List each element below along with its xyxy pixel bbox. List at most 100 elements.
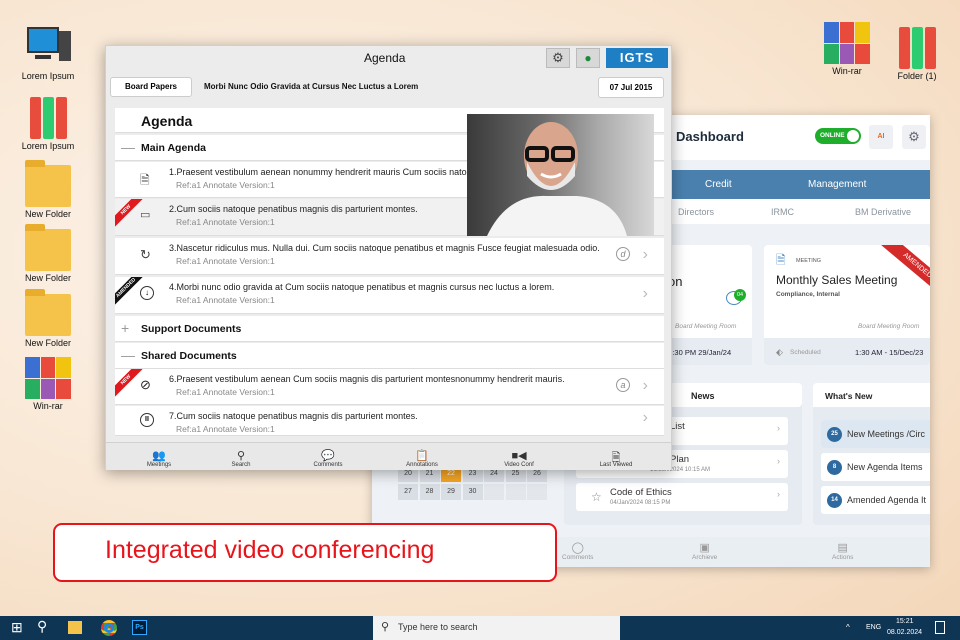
collapse-icon: — bbox=[121, 139, 135, 155]
search-icon: ⚲ bbox=[236, 450, 246, 462]
calendar-day[interactable]: 30 bbox=[462, 484, 483, 500]
card-title: Monthly Sales Meeting bbox=[776, 273, 898, 287]
nav-label: Annotations bbox=[406, 462, 438, 468]
whats-new-item[interactable]: 25 New Meetings /Circ bbox=[821, 420, 930, 448]
board-papers-button[interactable]: Board Papers bbox=[110, 77, 192, 97]
nav-archive[interactable]: ▣ Archieve bbox=[692, 541, 717, 561]
desktop-icon-win-rar[interactable]: Win-rar bbox=[16, 357, 80, 411]
clock-time[interactable]: 15:21 bbox=[896, 618, 914, 625]
whats-new-item[interactable]: 14 Amended Agenda It bbox=[821, 486, 930, 514]
participant-video-image bbox=[487, 122, 627, 236]
subtab-bm-derivative[interactable]: BM Derivative bbox=[855, 207, 911, 217]
computer-icon bbox=[25, 27, 71, 69]
calendar-day[interactable] bbox=[527, 484, 547, 500]
desktop-icon-new-folder[interactable]: New Folder bbox=[16, 289, 80, 348]
taskbar-search-input[interactable]: ⚲ Type here to search bbox=[373, 616, 620, 640]
section-support-documents[interactable]: + Support Documents bbox=[115, 316, 664, 342]
calendar-day[interactable] bbox=[505, 484, 526, 500]
dashboard-title: Dashboard bbox=[676, 129, 744, 144]
globe-icon[interactable]: ● bbox=[576, 48, 600, 68]
nav-video-conf[interactable]: ■◀ Video Conf bbox=[489, 449, 549, 468]
nav-comments[interactable]: 💬 Comments bbox=[298, 449, 358, 468]
news-header: News bbox=[691, 391, 715, 401]
desktop-icon-label: Lorem Ipsum bbox=[21, 71, 75, 81]
meeting-card-monthly-sales[interactable]: 🗎 MEETING Monthly Sales Meeting Complian… bbox=[764, 245, 930, 365]
subtab-directors[interactable]: Directors bbox=[678, 207, 714, 217]
desktop-icon-lorem-ipsum-computer[interactable]: Lorem Ipsum bbox=[16, 27, 80, 81]
whats-new-panel: What's New 25 New Meetings /Circ 8 New Age… bbox=[813, 383, 930, 525]
desktop-icon-folder-1[interactable]: Folder (1) bbox=[885, 27, 949, 81]
subtab-irmc[interactable]: IRMC bbox=[771, 207, 794, 217]
calendar-day[interactable]: 27 bbox=[398, 484, 418, 500]
chevron-right-icon: › bbox=[642, 409, 648, 426]
nav-last-viewed[interactable]: 🗎 Last Viewed bbox=[586, 449, 646, 468]
notifications-icon[interactable] bbox=[935, 621, 945, 634]
agenda-item[interactable]: II 7.Cum sociis natoque penatibus magnis … bbox=[115, 406, 664, 436]
chevron-right-icon: › bbox=[642, 246, 648, 263]
annotation-mark-a: a bbox=[616, 378, 630, 392]
comments-icon: 💬 bbox=[321, 450, 335, 462]
agenda-item[interactable]: NEW ⊘ 6.Praesent vestibulum aenean Cum soc… bbox=[115, 369, 664, 405]
agenda-item[interactable]: AMENDED ↓ 4.Morbi nunc odio gravida at Cum… bbox=[115, 277, 664, 314]
calendar-day[interactable]: 28 bbox=[419, 484, 440, 500]
nav-annotations[interactable]: 📋 Annotations bbox=[392, 449, 452, 468]
online-label: ONLINE bbox=[820, 132, 845, 139]
nav-actions[interactable]: ▤ Actions bbox=[832, 541, 853, 561]
news-item[interactable]: ☆ Code of Ethics 04/Jan/2024 08:15 PM › bbox=[576, 483, 788, 511]
nav-label: Meetings bbox=[146, 462, 172, 468]
folder-icon bbox=[25, 160, 71, 207]
card-time: 05:30 PM 29/Jan/24 bbox=[664, 348, 732, 357]
desktop-icon-new-folder[interactable]: New Folder bbox=[16, 224, 80, 283]
settings-gear-icon[interactable]: ⚙ bbox=[902, 125, 926, 149]
feature-caption: Integrated video conferencing bbox=[53, 523, 557, 582]
tray-chevron-up-icon[interactable]: ^ bbox=[846, 623, 850, 632]
binders-icon bbox=[894, 27, 940, 69]
meeting-title: Morbi Nunc Odio Gravida at Cursus Nec Lu… bbox=[204, 82, 419, 91]
desktop-icon-new-folder[interactable]: New Folder bbox=[16, 160, 80, 219]
online-toggle[interactable]: ONLINE bbox=[815, 128, 861, 144]
calendar-day[interactable]: 29 bbox=[441, 484, 461, 500]
card-time: 1:30 AM - 15/Dec/23 bbox=[855, 348, 924, 357]
expand-icon: + bbox=[121, 320, 130, 336]
card-room: Board Meeting Room bbox=[675, 323, 737, 330]
whats-new-header: What's New bbox=[825, 391, 873, 401]
annotation-mark-d: d bbox=[616, 247, 630, 261]
chrome-icon[interactable] bbox=[101, 620, 117, 636]
clock-date[interactable]: 08.02.2024 bbox=[887, 629, 922, 636]
taskbar: ⊞ ⚲ Ps ⚲ Type here to search ^ ENG 15:21 … bbox=[0, 616, 960, 640]
desktop-icon-lorem-ipsum-binders[interactable]: Lorem Ipsum bbox=[16, 97, 80, 151]
language-indicator[interactable]: ENG bbox=[866, 624, 881, 631]
comment-icon: ▭ bbox=[140, 209, 151, 221]
desktop-icon-win-rar[interactable]: Win-rar bbox=[815, 22, 879, 76]
tab-management[interactable]: Management bbox=[808, 179, 866, 190]
desktop-icon-label: New Folder bbox=[24, 273, 71, 283]
agenda-item[interactable]: ↻ 3.Nascetur ridiculus mus. Nulla dui. Cu… bbox=[115, 238, 664, 275]
calendar-day[interactable] bbox=[484, 484, 504, 500]
search-icon[interactable]: ⚲ bbox=[37, 618, 47, 635]
section-shared-documents[interactable]: — Shared Documents bbox=[115, 343, 664, 369]
blocked-icon: ⊘ bbox=[140, 377, 151, 392]
comment-count-badge: 04 bbox=[734, 289, 746, 301]
folder-icon bbox=[25, 289, 71, 336]
settings-gear-icon[interactable]: ⚙ bbox=[546, 48, 570, 68]
tab-credit[interactable]: Credit bbox=[705, 179, 732, 190]
card-type: MEETING bbox=[796, 258, 822, 264]
meetings-icon: 👥 bbox=[152, 450, 166, 462]
photoshop-icon[interactable]: Ps bbox=[132, 620, 147, 635]
meeting-card[interactable]: on 04 Board Meeting Room 05:30 PM 29/Jan… bbox=[664, 245, 752, 365]
document-check-icon: 🗎 bbox=[776, 253, 786, 267]
meeting-date[interactable]: 07 Jul 2015 bbox=[598, 77, 664, 98]
nav-meetings[interactable]: 👥 Meetings bbox=[129, 449, 189, 468]
whats-new-item[interactable]: 8 New Agenda Items bbox=[821, 453, 930, 481]
chevron-right-icon: › bbox=[642, 285, 648, 302]
video-conference-feed[interactable] bbox=[467, 114, 654, 236]
desktop-icon-label: Win-rar bbox=[33, 401, 63, 411]
nav-comments[interactable]: ◯ Comments bbox=[562, 541, 593, 561]
windows-start-icon[interactable]: ⊞ bbox=[11, 619, 23, 636]
file-explorer-icon[interactable] bbox=[68, 621, 82, 634]
video-conference-icon: ■◀ bbox=[511, 450, 527, 462]
ai-button[interactable]: AI bbox=[869, 125, 893, 149]
nav-search[interactable]: ⚲ Search bbox=[211, 449, 271, 468]
star-icon: ☆ bbox=[591, 490, 602, 504]
search-icon: ⚲ bbox=[381, 621, 390, 633]
